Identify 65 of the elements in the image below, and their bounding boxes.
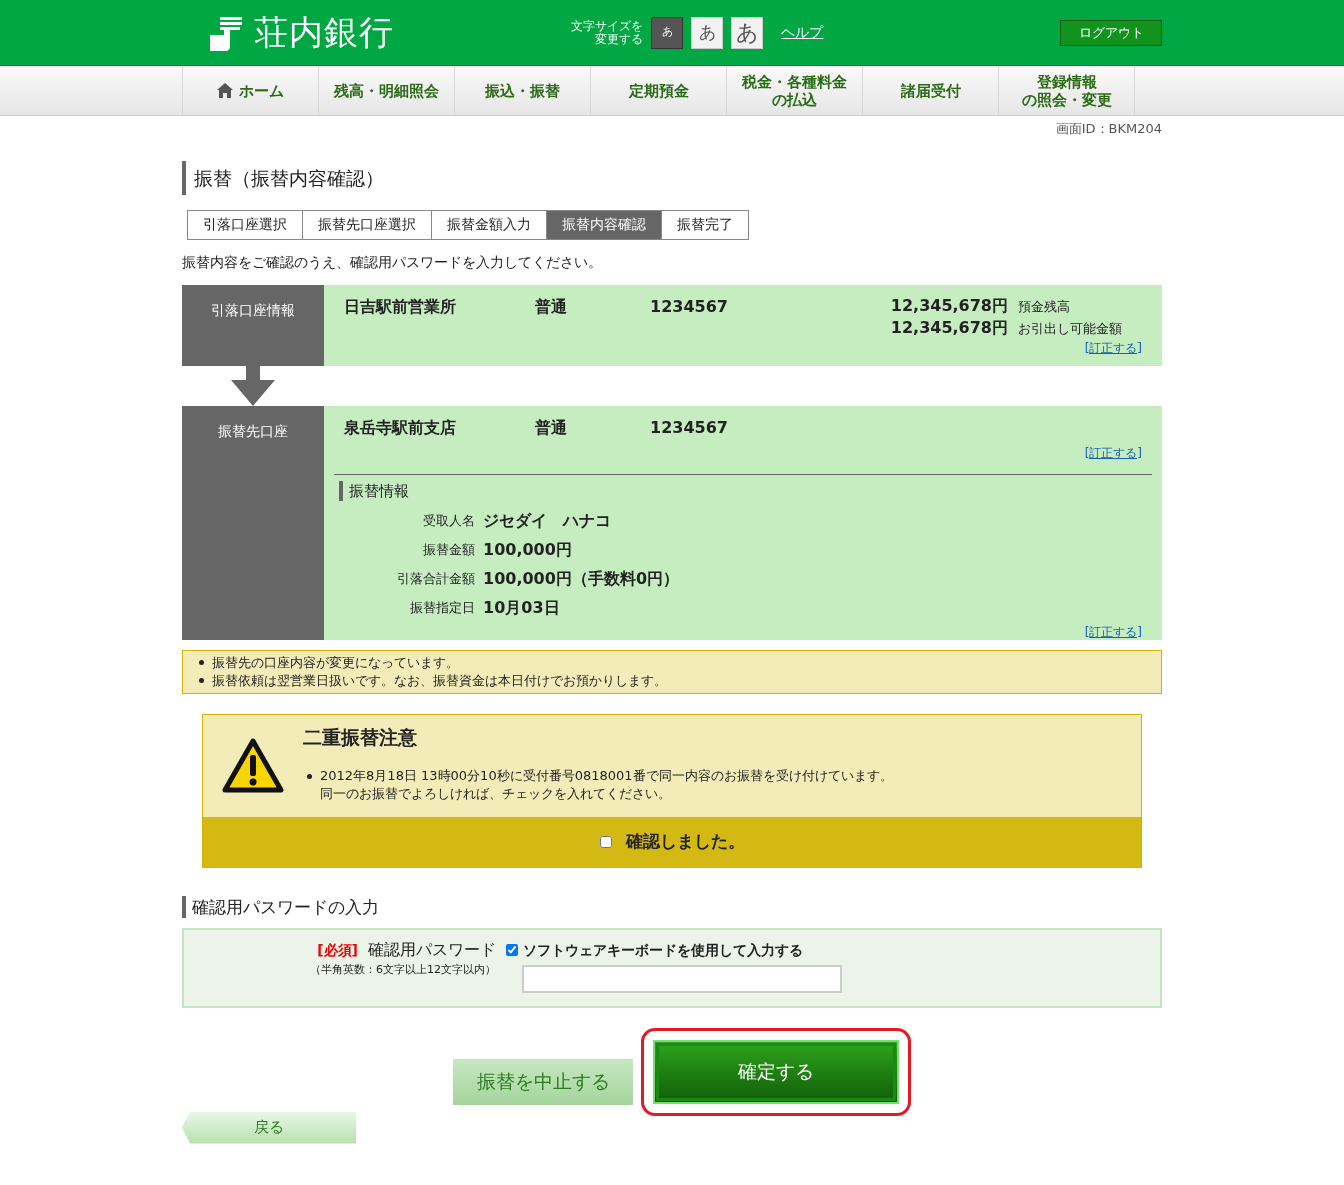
edit-link[interactable]: [訂正する] xyxy=(1084,622,1142,641)
confirm-button[interactable]: 確定する xyxy=(653,1039,899,1104)
font-size-button[interactable]: あ xyxy=(731,16,764,49)
account-number: 1234567 xyxy=(650,416,728,439)
logo-text: 荘内銀行 xyxy=(254,11,394,54)
required-tag: [必須] xyxy=(317,939,358,961)
down-arrow-icon xyxy=(231,365,275,406)
cancel-button[interactable]: 振替を中止する xyxy=(453,1058,633,1105)
font-size-label: 変更する xyxy=(595,32,644,46)
nav-item[interactable]: 税金・各種料金 の払込 xyxy=(727,66,863,115)
password-field[interactable] xyxy=(522,964,842,993)
nav-item[interactable]: 諸届受付 xyxy=(863,66,999,115)
warning-text: 2012年8月18日 13時00分10秒に受付番号0818001番で同一内容のお振替を受け付けています。 xyxy=(320,767,893,785)
nav-item[interactable]: 定期預金 xyxy=(591,66,727,115)
row-header: 引落口座情報 xyxy=(182,284,324,366)
back-button[interactable]: 戻る xyxy=(182,1111,356,1144)
notice-text: 振替依頼は翌営業日扱いです。なお、振替資金は本日付けでお預かりします。 xyxy=(212,671,667,690)
field-label: 確認用パスワード xyxy=(368,938,496,961)
notice-text: 振替先の口座内容が変更になっています。 xyxy=(212,653,459,672)
checkbox-label: ソフトウェアキーボードを使用して入力する xyxy=(523,940,803,960)
bullet-icon xyxy=(199,660,204,665)
field-label: 振替指定日 xyxy=(409,599,476,618)
field-label: 振替金額 xyxy=(422,541,476,560)
field-hint: （半角英数：6文字以上12文字以内） xyxy=(310,961,496,978)
edit-link[interactable]: [訂正する] xyxy=(1084,443,1142,462)
account-number: 1234567 xyxy=(650,295,728,318)
instruction-text: 振替内容をご確認のうえ、確認用パスワードを入力してください。 xyxy=(182,252,603,272)
section-title: 確認用パスワードの入力 xyxy=(182,895,1162,918)
warning-icon xyxy=(222,737,284,794)
branch-name: 日吉駅前営業所 xyxy=(344,295,457,318)
bullet-icon xyxy=(199,678,204,683)
warning-text: 同一のお振替でよろしければ、チェックを入れてください。 xyxy=(320,785,671,803)
field-value: ジセダイ ハナコ xyxy=(483,510,611,532)
nav-item[interactable]: 振込・振替 xyxy=(455,66,591,115)
logout-button[interactable]: ログアウト xyxy=(1060,19,1162,46)
account-type: 普通 xyxy=(535,416,568,439)
row-header: 振替先口座 xyxy=(182,405,324,640)
bullet-icon xyxy=(307,773,312,779)
nav-item[interactable]: 残高・明細照会 xyxy=(319,66,455,115)
help-link[interactable]: ヘルプ xyxy=(781,22,824,43)
home-icon xyxy=(217,83,233,98)
warning-title: 二重振替注意 xyxy=(303,724,418,750)
field-label: 受取人名 xyxy=(422,512,476,531)
field-value: 10月03日 xyxy=(483,597,560,619)
balance-amount: 12,345,678円 xyxy=(889,294,1008,316)
font-size-label: 文字サイズを xyxy=(571,19,644,33)
account-type: 普通 xyxy=(535,295,568,318)
field-value: 100,000円 xyxy=(483,539,572,561)
confirm-checkbox[interactable] xyxy=(599,835,612,848)
page-title: 振替（振替内容確認） xyxy=(182,160,1162,195)
keyboard-checkbox[interactable] xyxy=(506,944,518,956)
balance-amount: 12,345,678円 xyxy=(889,316,1008,338)
nav-item[interactable]: 登録情報 の照会・変更 xyxy=(999,66,1135,115)
field-label: 引落合計金額 xyxy=(396,570,476,589)
font-size-button[interactable]: あ xyxy=(651,16,684,49)
balance-label: お引出し可能金額 xyxy=(1018,319,1122,338)
balance-label: 預金残高 xyxy=(1018,297,1070,316)
branch-name: 泉岳寺駅前支店 xyxy=(344,416,457,439)
checkbox-label: 確認しました。 xyxy=(625,829,745,853)
screen-id: 画面ID：BKM204 xyxy=(1055,120,1162,138)
edit-link[interactable]: [訂正する] xyxy=(1084,338,1142,357)
nav-item[interactable]: ホーム xyxy=(183,66,319,115)
field-value: 100,000円（手数料0円） xyxy=(483,568,679,590)
section-title: 振替情報 xyxy=(339,480,1152,501)
font-size-button[interactable]: あ xyxy=(691,16,724,49)
